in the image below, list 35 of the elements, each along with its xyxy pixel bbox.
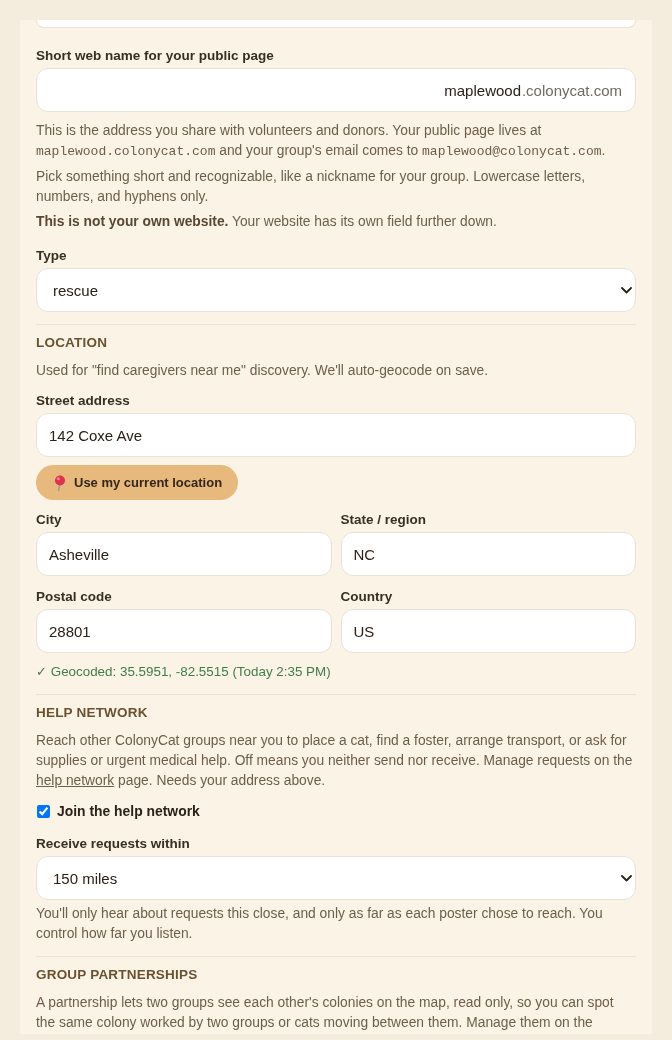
help-text: This is the address you share with volunteers and donors. Your public page lives at maplewood.colonycat.com and your group's email comes to maplewood@colonycat.com. <box>36 122 607 161</box>
text-input[interactable]: 28801 <box>36 609 332 653</box>
field-label: State / region <box>340 511 427 529</box>
domain-suffix: .colonycat.com <box>521 81 622 101</box>
checkbox-label: Join the help network <box>57 803 200 819</box>
use-location-button[interactable]: Use my current location <box>36 465 239 500</box>
section-description: Reach other ColonyCat groups near you to place a cat, find a foster, arrange transport, or ask for supplies or urgent medical help. Off means you neither send nor receive. Manage requests on the help network page. Needs your address above. <box>36 732 634 790</box>
text-input[interactable]: NC <box>340 532 636 576</box>
address-input[interactable]: 142 Coxe Ave <box>36 413 636 457</box>
text-input[interactable]: Asheville <box>36 532 332 576</box>
section-description: Used for "find caregivers near me" discovery. We'll auto-geocode on save. <box>36 362 490 380</box>
pin-icon <box>54 474 66 491</box>
checkbox[interactable] <box>37 804 50 818</box>
field-label: Receive requests within <box>36 835 191 853</box>
field-label: Short web name for your public page <box>36 47 275 65</box>
chevron-down-icon <box>621 287 632 294</box>
field-label: Type <box>36 247 68 265</box>
field-label: Country <box>340 588 394 606</box>
geocode-status: ✓ Geocoded: 35.5951, -82.5515 (Today 2:35 PM) <box>36 663 332 681</box>
section-heading: HELP NETWORK <box>36 704 149 722</box>
section-description: A partnership lets two groups see each other's colonies on the map, read only, so you can spot the same colony worked by two groups or cats moving between them. Manage them on the <box>36 994 615 1032</box>
help-text: This is not your own website. Your website has its own field further down. <box>36 213 498 231</box>
distance-select[interactable]: 150 miles <box>36 856 636 900</box>
input-field[interactable] <box>36 20 636 28</box>
field-label: City <box>36 511 63 529</box>
text-input[interactable]: US <box>340 609 636 653</box>
chevron-down-icon <box>621 875 632 882</box>
help-text: You'll only hear about requests this close, and only as far as each poster chose to reach. You control how far you listen. <box>36 905 604 943</box>
type-select[interactable]: rescue <box>36 268 636 312</box>
field-label: Postal code <box>36 588 113 606</box>
help-network-link[interactable]: help network <box>36 773 115 788</box>
section-heading: LOCATION <box>36 334 109 352</box>
section-heading: GROUP PARTNERSHIPS <box>36 966 199 984</box>
field-label: Street address <box>36 392 131 410</box>
help-text: Pick something short and recognizable, like a nickname for your group. Lowercase letters, numbers, and hyphens only. <box>36 168 587 206</box>
